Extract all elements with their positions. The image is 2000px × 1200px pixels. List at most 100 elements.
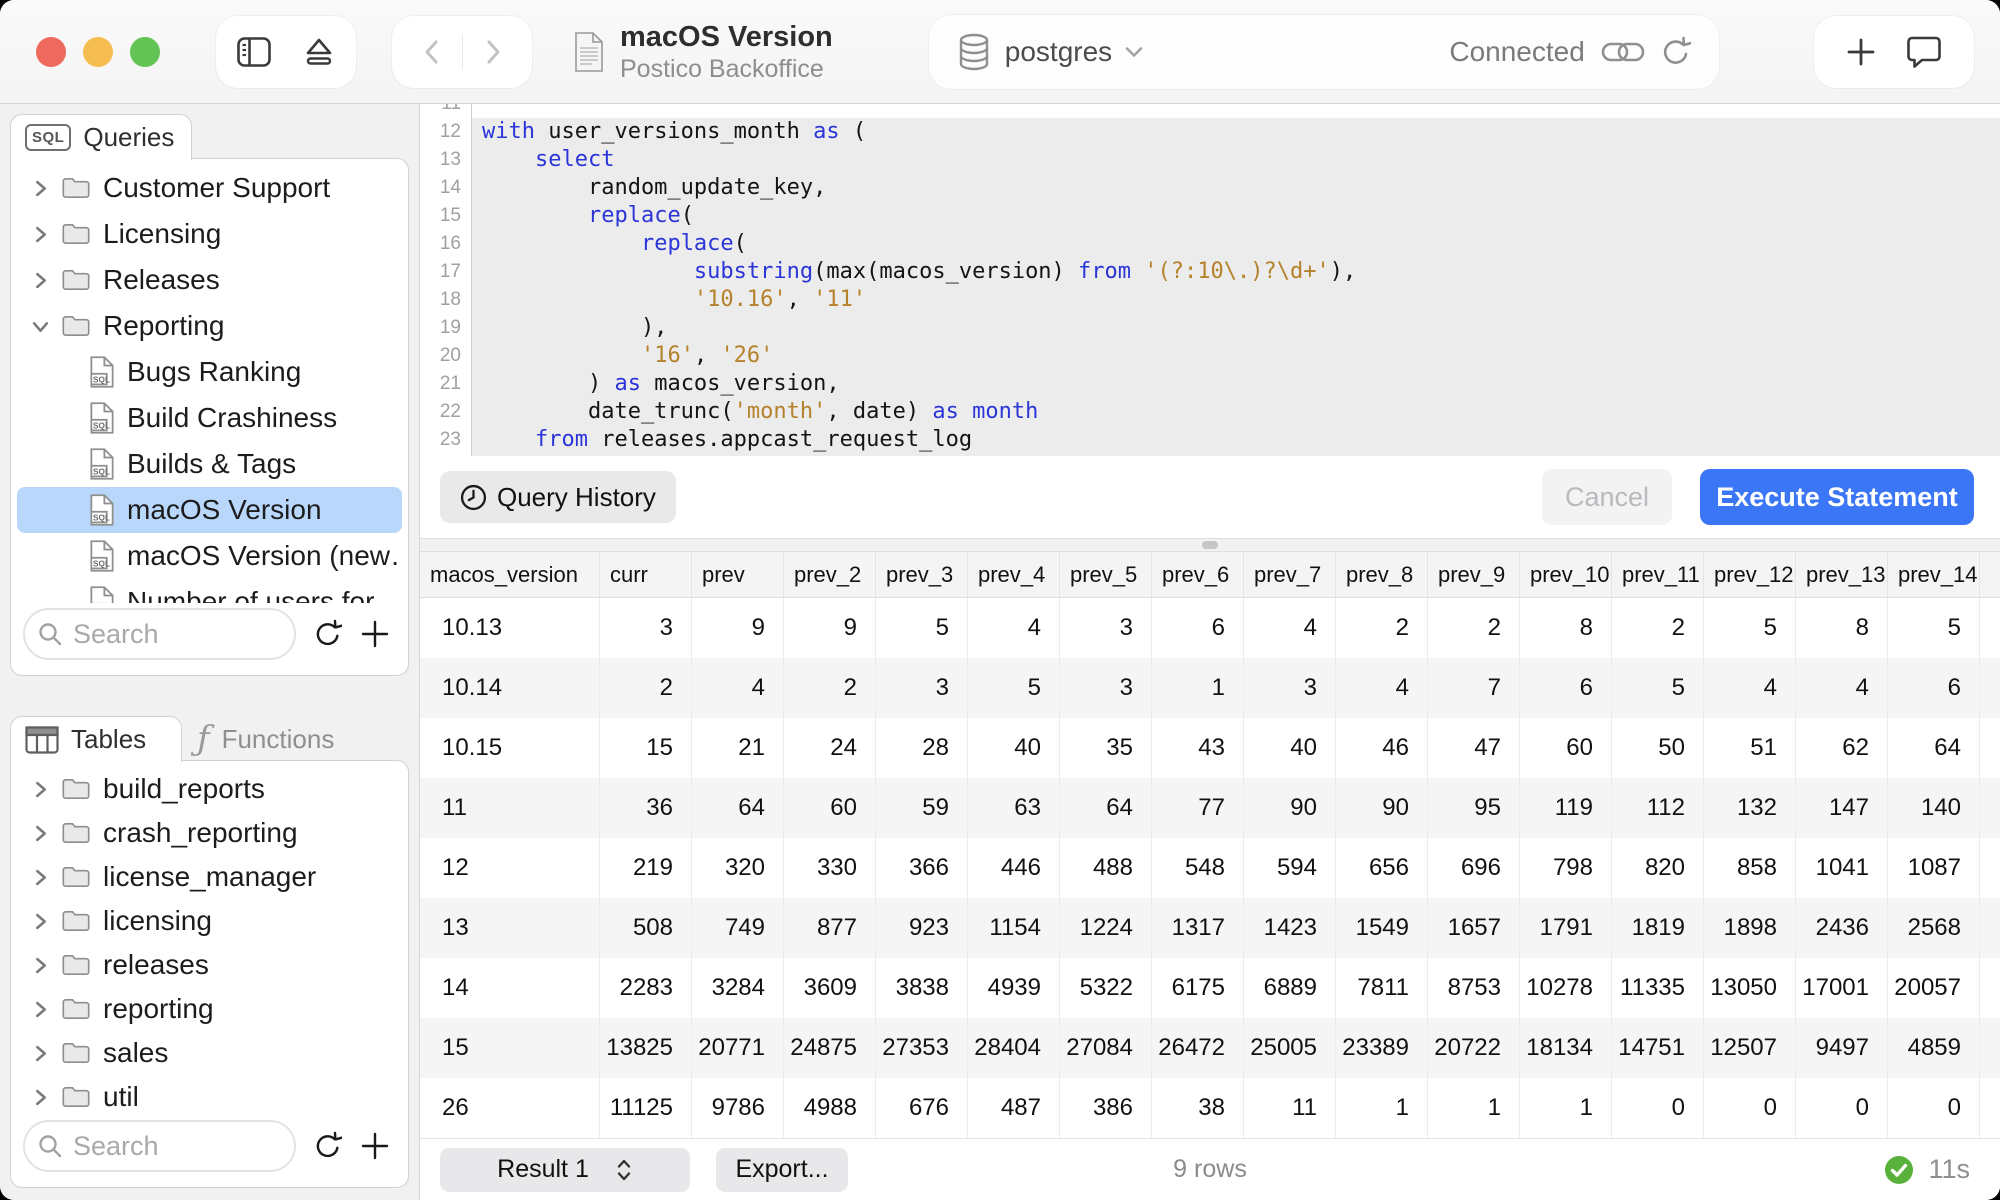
cell-10-15-prev-3[interactable]: 28 (876, 718, 968, 778)
feedback-icon[interactable] (1906, 35, 1942, 69)
cell-15-prev-5[interactable]: 27084 (1060, 1018, 1152, 1078)
cell-10-15-prev-2[interactable]: 24 (784, 718, 876, 778)
cell-10-15-prev-6[interactable]: 43 (1152, 718, 1244, 778)
column-header-prev-9[interactable]: prev_9 (1428, 552, 1520, 597)
cell-13-prev-9[interactable]: 1657 (1428, 898, 1520, 958)
chevron-right-icon[interactable] (31, 781, 49, 798)
chevron-right-icon[interactable] (31, 825, 49, 842)
cell-10-13-prev-2[interactable]: 9 (784, 598, 876, 658)
cell-11-macos-version[interactable]: 11 (420, 778, 600, 838)
cell-12-prev-7[interactable]: 594 (1244, 838, 1336, 898)
add-query-icon[interactable] (360, 619, 390, 649)
cell-15-prev-2[interactable]: 24875 (784, 1018, 876, 1078)
cell-10-13-curr[interactable]: 3 (600, 598, 692, 658)
cell-11-prev-14[interactable]: 140 (1888, 778, 1980, 838)
cell-10-15-prev-14[interactable]: 64 (1888, 718, 1980, 778)
cell-12-prev-6[interactable]: 548 (1152, 838, 1244, 898)
cell-14-curr[interactable]: 2283 (600, 958, 692, 1018)
cell-10-13-macos-version[interactable]: 10.13 (420, 598, 600, 658)
database-name[interactable]: postgres (1005, 36, 1112, 68)
schema-item-sales[interactable]: sales (17, 1031, 402, 1075)
cell-15-curr[interactable]: 13825 (600, 1018, 692, 1078)
code-text[interactable]: replace( (472, 202, 2000, 230)
cell-14-prev-3[interactable]: 3838 (876, 958, 968, 1018)
cell-26-prev-5[interactable]: 386 (1060, 1078, 1152, 1138)
cell-12-prev[interactable]: 320 (692, 838, 784, 898)
query-item-macos-version[interactable]: SQLmacOS Version (17, 487, 402, 533)
connection-bar[interactable]: postgres Connected (929, 15, 1719, 89)
cell-12-macos-version[interactable]: 12 (420, 838, 600, 898)
cell-10-15-prev-4[interactable]: 40 (968, 718, 1060, 778)
cell-26-prev-4[interactable]: 487 (968, 1078, 1060, 1138)
cell-12-curr[interactable]: 219 (600, 838, 692, 898)
cell-15-prev-8[interactable]: 23389 (1336, 1018, 1428, 1078)
cell-14-prev-4[interactable]: 4939 (968, 958, 1060, 1018)
chevron-down-icon[interactable] (31, 320, 49, 333)
cancel-button[interactable]: Cancel (1542, 469, 1672, 525)
schema-item-util[interactable]: util (17, 1075, 402, 1115)
cell-14-prev-13[interactable]: 17001 (1796, 958, 1888, 1018)
cell-11-prev-10[interactable]: 119 (1520, 778, 1612, 838)
cell-10-14-prev[interactable]: 4 (692, 658, 784, 718)
chevron-right-icon[interactable] (31, 272, 49, 289)
cell-14-prev-2[interactable]: 3609 (784, 958, 876, 1018)
cell-26-prev-8[interactable]: 1 (1336, 1078, 1428, 1138)
code-text[interactable]: ) as macos_version, (472, 370, 2000, 398)
cell-11-prev-9[interactable]: 95 (1428, 778, 1520, 838)
cell-13-prev[interactable]: 749 (692, 898, 784, 958)
cell-10-13-prev-10[interactable]: 8 (1520, 598, 1612, 658)
schema-item-licensing[interactable]: licensing (17, 899, 402, 943)
schema-item-crash-reporting[interactable]: crash_reporting (17, 811, 402, 855)
query-item-build-crashiness[interactable]: SQLBuild Crashiness (17, 395, 402, 441)
zoom-button[interactable] (130, 37, 160, 67)
cell-10-13-prev-5[interactable]: 3 (1060, 598, 1152, 658)
cell-14-prev[interactable]: 3284 (692, 958, 784, 1018)
cell-10-15-prev-12[interactable]: 51 (1704, 718, 1796, 778)
cell-10-14-curr[interactable]: 2 (600, 658, 692, 718)
query-item-releases[interactable]: Releases (17, 257, 402, 303)
cell-13-prev-14[interactable]: 2568 (1888, 898, 1980, 958)
cell-13-prev-3[interactable]: 923 (876, 898, 968, 958)
cell-13-macos-version[interactable]: 13 (420, 898, 600, 958)
cell-10-13-prev[interactable]: 9 (692, 598, 784, 658)
cell-15-prev-7[interactable]: 25005 (1244, 1018, 1336, 1078)
cell-14-prev-14[interactable]: 20057 (1888, 958, 1980, 1018)
cell-26-prev-3[interactable]: 676 (876, 1078, 968, 1138)
cell-10-15-prev-5[interactable]: 35 (1060, 718, 1152, 778)
cell-12-prev-11[interactable]: 820 (1612, 838, 1704, 898)
cell-14-prev-7[interactable]: 6889 (1244, 958, 1336, 1018)
cell-10-14-prev-14[interactable]: 6 (1888, 658, 1980, 718)
cell-26-prev-14[interactable]: 0 (1888, 1078, 1980, 1138)
eject-icon[interactable] (303, 36, 335, 68)
cell-10-14-prev-4[interactable]: 5 (968, 658, 1060, 718)
column-header-prev-10[interactable]: prev_10 (1520, 552, 1612, 597)
cell-13-prev-5[interactable]: 1224 (1060, 898, 1152, 958)
sql-editor[interactable]: 1112with user_versions_month as (13 sele… (420, 104, 2000, 456)
column-header-prev-14[interactable]: prev_14 (1888, 552, 1980, 597)
query-item-bugs-ranking[interactable]: SQLBugs Ranking (17, 349, 402, 395)
cell-26-prev-13[interactable]: 0 (1796, 1078, 1888, 1138)
cell-10-15-prev-7[interactable]: 40 (1244, 718, 1336, 778)
cell-10-15-prev[interactable]: 21 (692, 718, 784, 778)
cell-10-15-prev-11[interactable]: 50 (1612, 718, 1704, 778)
code-text[interactable]: select (472, 146, 2000, 174)
cell-12-prev-5[interactable]: 488 (1060, 838, 1152, 898)
cell-14-prev-9[interactable]: 8753 (1428, 958, 1520, 1018)
cell-15-prev-13[interactable]: 9497 (1796, 1018, 1888, 1078)
code-text[interactable]: ), (472, 314, 2000, 342)
cell-10-15-prev-13[interactable]: 62 (1796, 718, 1888, 778)
column-header-prev-5[interactable]: prev_5 (1060, 552, 1152, 597)
cell-10-14-prev-12[interactable]: 4 (1704, 658, 1796, 718)
cell-12-prev-2[interactable]: 330 (784, 838, 876, 898)
splitter-grip-icon[interactable] (1202, 541, 1218, 549)
cell-12-prev-4[interactable]: 446 (968, 838, 1060, 898)
code-text[interactable]: substring(max(macos_version) from '(?:10… (472, 258, 2000, 286)
cell-10-13-prev-12[interactable]: 5 (1704, 598, 1796, 658)
code-text[interactable]: random_update_key, (472, 174, 2000, 202)
cell-10-14-prev-10[interactable]: 6 (1520, 658, 1612, 718)
cell-26-prev-7[interactable]: 11 (1244, 1078, 1336, 1138)
add-table-icon[interactable] (360, 1131, 390, 1161)
queries-search-input[interactable] (23, 608, 296, 660)
chevron-right-icon[interactable] (31, 869, 49, 886)
cell-10-13-prev-6[interactable]: 6 (1152, 598, 1244, 658)
